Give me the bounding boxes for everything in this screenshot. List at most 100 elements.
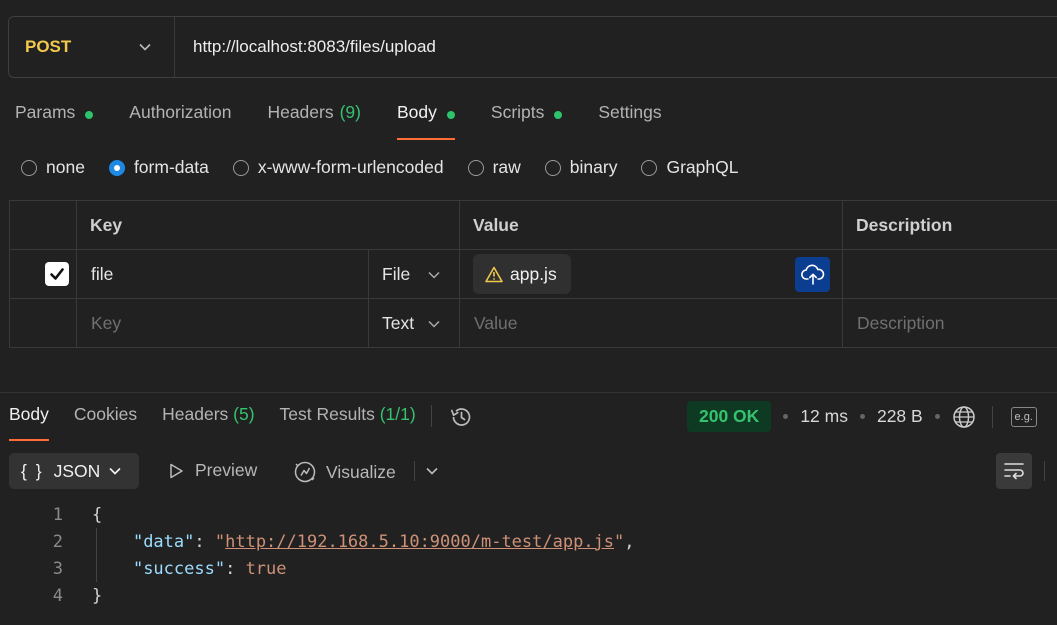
code-token: :	[194, 531, 215, 552]
preview-button[interactable]: Preview	[166, 460, 257, 481]
type-selector[interactable]: File	[369, 250, 460, 298]
code-text: {	[92, 505, 102, 525]
warning-icon	[485, 266, 503, 282]
tab-scripts[interactable]: Scripts	[491, 102, 563, 140]
radio-circle-selected[interactable]	[108, 159, 125, 176]
line-number: 1	[52, 504, 63, 525]
value-cell: app.js	[460, 250, 843, 298]
response-status-bar: 200 OK 12 ms 228 B e.g.	[687, 401, 1037, 432]
code-token: ,	[624, 531, 635, 552]
response-format-selector[interactable]: { } JSON	[9, 453, 139, 489]
radio-form-data[interactable]: form-data	[108, 157, 209, 178]
radio-circle[interactable]	[21, 159, 37, 176]
meta-separator	[934, 414, 940, 419]
tab-response-cookies[interactable]: Cookies	[74, 404, 137, 441]
radio-circle[interactable]	[641, 159, 658, 176]
chevron-down-icon	[428, 320, 440, 328]
tab-settings[interactable]: Settings	[598, 102, 661, 140]
value-column-header: Value	[460, 201, 843, 249]
radio-circle[interactable]	[544, 159, 561, 176]
active-dot	[554, 111, 563, 119]
meta-separator	[783, 414, 789, 419]
radio-raw[interactable]: raw	[467, 157, 521, 178]
separator	[430, 405, 432, 427]
meta-separator	[859, 414, 865, 419]
tab-headers[interactable]: Headers (9)	[267, 102, 361, 140]
code-token: "data"	[132, 531, 195, 552]
chevron-down-icon	[139, 43, 151, 51]
tab-response-headers[interactable]: Headers (5)	[162, 404, 254, 441]
table-header-row: Key Value Description	[10, 201, 1057, 250]
value-input-placeholder[interactable]: Value	[460, 299, 843, 348]
tab-response-body[interactable]: Body	[9, 404, 49, 441]
url-input[interactable]: http://localhost:8083/files/upload	[175, 37, 436, 57]
line-number: 3	[52, 558, 63, 579]
active-dot	[446, 111, 455, 119]
code-token: "	[614, 531, 625, 552]
key-cell[interactable]: file	[77, 250, 369, 298]
visualize-button[interactable]: Visualize	[293, 460, 396, 484]
radio-circle[interactable]	[232, 159, 249, 176]
row-enabled-checkbox[interactable]	[45, 262, 69, 286]
check-icon	[50, 268, 64, 280]
key-column-header: Key	[77, 201, 460, 249]
response-divider[interactable]	[0, 392, 1057, 393]
checkbox-column-header	[10, 201, 77, 249]
row-checkbox-cell	[10, 299, 77, 348]
upload-file-button[interactable]	[795, 257, 830, 292]
code-text: "data": "http://192.168.5.10:9000/m-test…	[92, 532, 635, 552]
response-time[interactable]: 12 ms	[800, 406, 848, 427]
save-as-example-icon[interactable]: e.g.	[1010, 406, 1037, 427]
url-link[interactable]: http://192.168.5.10:9000/m-test/app.js	[225, 532, 614, 552]
globe-icon[interactable]	[952, 405, 976, 429]
method-selector[interactable]: POST	[9, 17, 175, 77]
radio-binary[interactable]: binary	[544, 157, 617, 178]
line-number: 4	[52, 585, 63, 606]
form-data-table: Key Value Description file File app.js K…	[9, 200, 1057, 348]
row-checkbox-cell	[10, 250, 77, 298]
radio-none[interactable]: none	[21, 157, 85, 178]
tab-test-results[interactable]: Test Results (1/1)	[280, 404, 416, 441]
code-token: :	[225, 558, 246, 579]
description-input-placeholder[interactable]: Description	[843, 299, 1057, 348]
key-input-placeholder[interactable]: Key	[77, 299, 369, 348]
code-token: true	[245, 558, 287, 579]
wrap-lines-button[interactable]	[996, 453, 1032, 489]
description-column-header: Description	[856, 214, 953, 235]
braces-icon: { }	[21, 460, 44, 481]
description-cell[interactable]	[843, 250, 1057, 298]
separator	[991, 405, 993, 428]
type-selector-new[interactable]: Text	[369, 299, 460, 348]
history-icon[interactable]	[448, 404, 474, 430]
radio-graphql[interactable]: GraphQL	[641, 157, 738, 178]
file-chip[interactable]: app.js	[473, 254, 571, 294]
play-icon	[170, 463, 183, 478]
wrap-lines-icon	[1004, 463, 1024, 480]
code-text: }	[92, 586, 102, 606]
radio-circle[interactable]	[467, 159, 484, 176]
method-label: POST	[25, 37, 72, 56]
table-row: file File app.js	[10, 250, 1057, 299]
separator	[1044, 461, 1045, 481]
code-token: {	[92, 504, 103, 525]
status-badge[interactable]: 200 OK	[687, 401, 772, 432]
format-label: JSON	[53, 460, 101, 481]
separator	[414, 461, 415, 481]
code-text: "success": true	[92, 559, 287, 579]
table-row-new: Key Text Value Description	[10, 299, 1057, 348]
line-number: 2	[52, 531, 63, 552]
file-name: app.js	[510, 263, 557, 284]
url-bar: POST http://localhost:8083/files/upload	[8, 16, 1057, 78]
response-size[interactable]: 228 B	[877, 406, 923, 427]
tab-params[interactable]: Params	[15, 102, 94, 140]
tab-authorization[interactable]: Authorization	[129, 102, 231, 140]
chevron-down-icon[interactable]	[425, 464, 439, 478]
chevron-down-icon	[428, 271, 440, 279]
request-tabs: Params Authorization Headers (9) Body Scr…	[15, 102, 698, 140]
tab-body[interactable]: Body	[397, 102, 455, 140]
radio-x-www-form-urlencoded[interactable]: x-www-form-urlencoded	[232, 157, 444, 178]
visualize-icon	[294, 461, 316, 483]
active-dot	[85, 111, 94, 119]
